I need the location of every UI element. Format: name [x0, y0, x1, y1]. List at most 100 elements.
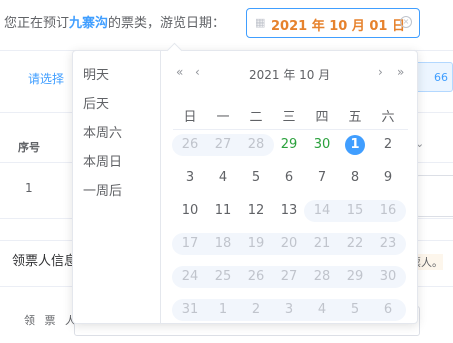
calendar-day[interactable]: 7 [306, 167, 338, 189]
day-number: 16 [379, 203, 397, 218]
calendar-day: 19 [240, 233, 272, 255]
day-number: 3 [284, 302, 294, 317]
calendar-day: 21 [306, 233, 338, 255]
calendar-day: 26 [174, 134, 206, 156]
day-number: 4 [317, 302, 327, 317]
day-number: 19 [247, 236, 265, 251]
day-number: 14 [313, 203, 331, 218]
visit-date-input[interactable]: ▦ 2021 年 10 月 01 日 × [246, 8, 420, 38]
weekday-header: 六 [381, 110, 395, 125]
calendar-day[interactable]: 29 [273, 134, 305, 156]
calendar-day[interactable]: 3 [174, 167, 206, 189]
shortcut-this-saturday[interactable]: 本周六 [83, 122, 122, 141]
prev-year-icon[interactable]: « [176, 65, 183, 79]
calendar-day: 20 [273, 233, 305, 255]
day-number: 3 [185, 170, 195, 185]
shortcut-day-after-tomorrow[interactable]: 后天 [83, 93, 109, 112]
next-year-icon[interactable]: » [397, 65, 404, 79]
calendar-day[interactable]: 13 [273, 200, 305, 222]
day-number: 11 [214, 203, 232, 218]
day-number: 10 [181, 203, 199, 218]
weekday-divider [173, 129, 408, 130]
calendar-day: 4 [306, 299, 338, 321]
calendar-day[interactable]: 9 [372, 167, 404, 189]
calendar-day: 15 [339, 200, 371, 222]
calendar-day: 24 [174, 266, 206, 288]
weekday-header: 三 [282, 110, 296, 125]
day-number: 1 [218, 302, 228, 317]
calendar-icon: ▦ [255, 16, 266, 29]
calendar-day[interactable]: 8 [339, 167, 371, 189]
calendar-day: 16 [372, 200, 404, 222]
calendar-month-title: 2021 年 10 月 [249, 68, 331, 82]
calendar-day: 23 [372, 233, 404, 255]
day-number: 24 [181, 269, 199, 284]
calendar-day: 6 [372, 299, 404, 321]
row-action-button[interactable] [416, 175, 453, 217]
day-number: 25 [214, 269, 232, 284]
day-number: 15 [346, 203, 364, 218]
calendar-day: 5 [339, 299, 371, 321]
calendar-day[interactable]: 6 [273, 167, 305, 189]
weekday-header: 一 [216, 110, 230, 125]
visit-date-value: 2021 年 10 月 01 日 [271, 19, 405, 34]
day-number: 13 [280, 203, 298, 218]
circle-close-icon[interactable]: × [400, 16, 412, 28]
booking-line: 您正在预订九寨沟的票类，游览日期： [4, 12, 225, 31]
weekday-header: 五 [348, 110, 362, 125]
day-number: 9 [383, 170, 393, 185]
day-number: 30 [379, 269, 397, 284]
day-number: 26 [247, 269, 265, 284]
place-name: 九寨沟 [69, 16, 109, 31]
day-number: 21 [313, 236, 331, 251]
day-number: 4 [218, 170, 228, 185]
booking-suffix: 的票类，游览日期： [108, 16, 226, 31]
day-number: 26 [181, 137, 199, 152]
calendar-day: 22 [339, 233, 371, 255]
day-number: 23 [379, 236, 397, 251]
day-number: 2 [383, 137, 393, 152]
popup-arrow [166, 42, 183, 59]
prev-month-icon[interactable]: ‹ [195, 65, 200, 79]
recipient-field-label: 领 票 人 [24, 314, 79, 327]
date-picker-popup: 明天 后天 本周六 本周日 一周后 « ‹ 2021 年 10 月 › » 日一… [72, 42, 418, 324]
calendar-day: 1 [207, 299, 239, 321]
calendar-day[interactable]: 30 [306, 134, 338, 156]
shortcut-one-week-later[interactable]: 一周后 [83, 180, 122, 199]
day-number: 1 [345, 135, 365, 155]
day-number: 29 [346, 269, 364, 284]
booking-prefix: 您正在预订 [4, 16, 70, 31]
calendar-day: 28 [306, 266, 338, 288]
day-number: 28 [313, 269, 331, 284]
calendar-day: 27 [273, 266, 305, 288]
next-month-icon[interactable]: › [378, 65, 383, 79]
calendar-day-selected[interactable]: 1 [339, 134, 371, 156]
calendar-day: 30 [372, 266, 404, 288]
calendar-day[interactable]: 2 [372, 134, 404, 156]
calendar-day: 17 [174, 233, 206, 255]
calendar-day[interactable]: 4 [207, 167, 239, 189]
day-number: 2 [251, 302, 261, 317]
day-number: 8 [350, 170, 360, 185]
calendar-day[interactable]: 5 [240, 167, 272, 189]
calendar-day[interactable]: 12 [240, 200, 272, 222]
shortcut-sidebar: 明天 后天 本周六 本周日 一周后 [73, 51, 161, 323]
day-number: 20 [280, 236, 298, 251]
calendar-day: 31 [174, 299, 206, 321]
ticket-type-select[interactable]: 请选择 [28, 70, 64, 87]
day-number: 6 [383, 302, 393, 317]
weekday-header: 日 [183, 110, 197, 125]
calendar-day: 3 [273, 299, 305, 321]
shortcut-tomorrow[interactable]: 明天 [83, 64, 109, 83]
calendar-day[interactable]: 10 [174, 200, 206, 222]
weekday-header: 二 [249, 110, 263, 125]
calendar-day: 25 [207, 266, 239, 288]
recipient-panel-title: 领票人信息 [12, 254, 78, 269]
weekday-header: 四 [315, 110, 329, 125]
calendar-day[interactable]: 11 [207, 200, 239, 222]
table-cell-index: 1 [25, 181, 33, 195]
day-number: 5 [251, 170, 261, 185]
shortcut-this-sunday[interactable]: 本周日 [83, 151, 122, 170]
table-header-index: 序号 [18, 141, 40, 154]
day-number: 22 [346, 236, 364, 251]
